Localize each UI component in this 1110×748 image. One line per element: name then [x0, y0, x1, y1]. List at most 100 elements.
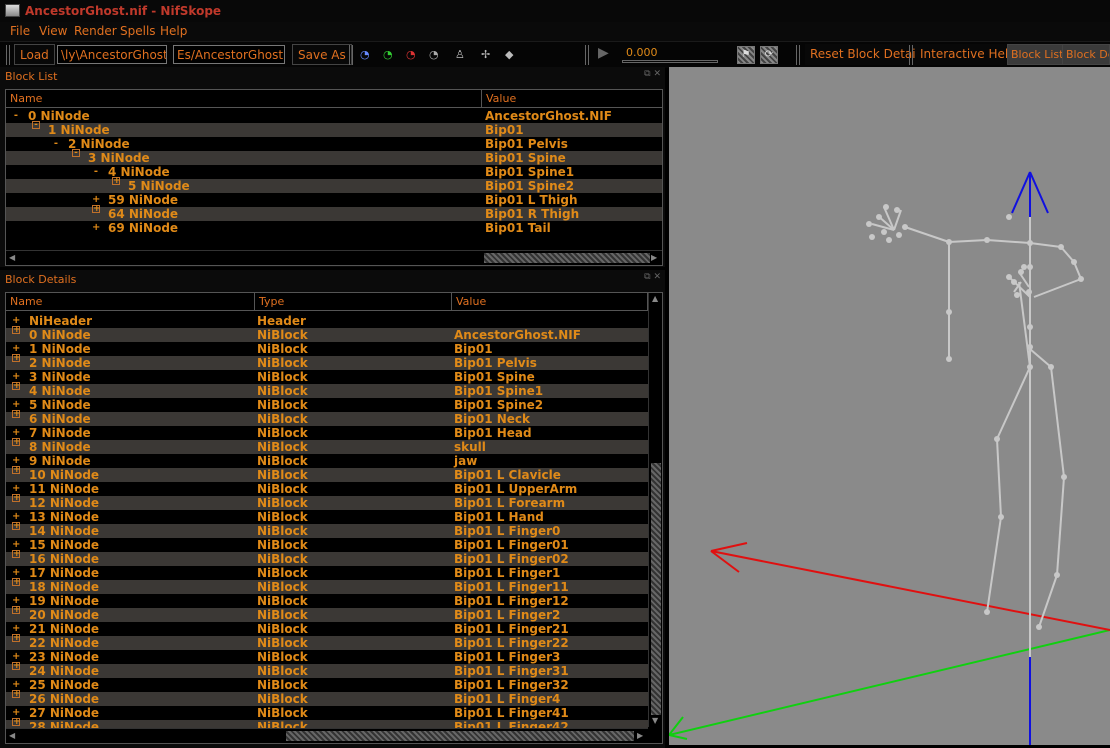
render-viewport[interactable] — [669, 67, 1110, 745]
panel-float-close-icon[interactable]: ⧉ ✕ — [644, 69, 661, 79]
save-as-button[interactable]: Save As — [292, 44, 352, 65]
block-details-row[interactable]: +9 NiNode NiBlock jaw — [6, 454, 648, 468]
toolbar-grip[interactable] — [585, 45, 589, 65]
collapse-icon[interactable]: - — [52, 137, 60, 151]
block-list-row[interactable]: +5 NiNode Bip01 Spine2 — [6, 177, 662, 193]
block-list-row[interactable]: -4 NiNode Bip01 Spine1 — [6, 165, 662, 179]
expand-icon[interactable]: + — [12, 410, 21, 419]
collapse-icon[interactable]: - — [32, 121, 40, 130]
figure-icon[interactable]: ♙ — [455, 47, 465, 63]
block-details-row[interactable]: +13 NiNode NiBlock Bip01 L Hand — [6, 510, 648, 524]
expand-icon[interactable]: + — [12, 466, 21, 475]
column-header-name[interactable]: Name — [6, 293, 255, 311]
block-list-toggle[interactable]: Block List — [1007, 44, 1068, 65]
block-details-row[interactable]: +15 NiNode NiBlock Bip01 L Finger01 — [6, 538, 648, 552]
scroll-left-icon[interactable]: ◀ — [9, 253, 15, 262]
scroll-right-icon[interactable]: ▶ — [637, 731, 643, 740]
block-details-row[interactable]: +1 NiNode NiBlock Bip01 — [6, 342, 648, 356]
expand-icon[interactable]: + — [12, 494, 21, 503]
expand-icon[interactable]: + — [12, 382, 21, 391]
expand-icon[interactable]: + — [12, 354, 21, 363]
eye-gray-icon[interactable]: ◔ — [429, 47, 439, 63]
toolbar-grip[interactable] — [349, 45, 353, 65]
vertical-scrollbar[interactable]: ▲ ▼ — [648, 293, 662, 727]
scroll-thumb[interactable] — [484, 253, 650, 263]
block-list-row[interactable]: +64 NiNode Bip01 R Thigh — [6, 205, 662, 221]
expand-icon[interactable]: + — [12, 606, 21, 615]
interactive-help-button[interactable]: Interactive Help — [915, 44, 1021, 65]
save-path-field[interactable]: Es/AncestorGhost.nif — [173, 45, 285, 64]
block-details-row[interactable]: +20 NiNode NiBlock Bip01 L Finger2 — [6, 606, 648, 622]
block-details-row[interactable]: +21 NiNode NiBlock Bip01 L Finger21 — [6, 622, 648, 636]
expand-icon[interactable]: + — [12, 326, 21, 335]
expand-icon[interactable]: + — [92, 205, 101, 214]
menu-help[interactable]: Help — [160, 24, 187, 38]
menu-view[interactable]: View — [39, 24, 67, 38]
expand-icon[interactable]: + — [112, 177, 121, 186]
block-details-row[interactable]: +7 NiNode NiBlock Bip01 Head — [6, 426, 648, 440]
block-list-row[interactable]: -0 NiNode AncestorGhost.NIF — [6, 109, 662, 123]
block-details-row[interactable]: +17 NiNode NiBlock Bip01 L Finger1 — [6, 566, 648, 580]
block-list-row[interactable]: -1 NiNode Bip01 — [6, 121, 662, 137]
menu-file[interactable]: File — [10, 24, 30, 38]
collapse-icon[interactable]: - — [92, 165, 100, 179]
collapse-icon[interactable]: - — [72, 149, 80, 158]
expand-icon[interactable]: + — [12, 578, 21, 587]
loop-icon[interactable]: ⟳ — [760, 46, 778, 64]
plane-icon[interactable]: ◆ — [505, 47, 513, 63]
block-details-row[interactable]: +16 NiNode NiBlock Bip01 L Finger02 — [6, 550, 648, 566]
scroll-up-icon[interactable]: ▲ — [652, 294, 658, 303]
column-header-value[interactable]: Value — [482, 90, 662, 108]
scroll-right-icon[interactable]: ▶ — [651, 253, 657, 262]
menu-render[interactable]: Render — [74, 24, 117, 38]
block-details-row[interactable]: +12 NiNode NiBlock Bip01 L Forearm — [6, 494, 648, 510]
block-list-row[interactable]: -2 NiNode Bip01 Pelvis — [6, 137, 662, 151]
block-details-row[interactable]: +24 NiNode NiBlock Bip01 L Finger31 — [6, 662, 648, 678]
eye-blue-icon[interactable]: ◔ — [360, 47, 370, 63]
time-slider[interactable] — [622, 60, 718, 63]
expand-icon[interactable]: + — [12, 690, 21, 699]
block-list-row[interactable]: +69 NiNode Bip01 Tail — [6, 221, 662, 235]
expand-icon[interactable]: + — [12, 438, 21, 447]
block-details-row[interactable]: +4 NiNode NiBlock Bip01 Spine1 — [6, 382, 648, 398]
block-details-row[interactable]: +22 NiNode NiBlock Bip01 L Finger22 — [6, 634, 648, 650]
expand-icon[interactable]: + — [12, 634, 21, 643]
play-icon[interactable]: ▶ — [598, 45, 609, 61]
expand-icon[interactable]: + — [12, 522, 21, 531]
column-header-value[interactable]: Value — [452, 293, 648, 311]
block-details-row[interactable]: +27 NiNode NiBlock Bip01 L Finger41 — [6, 706, 648, 720]
block-details-row[interactable]: +2 NiNode NiBlock Bip01 Pelvis — [6, 354, 648, 370]
load-path-field[interactable]: \ly\AncestorGhost.nif — [57, 45, 167, 64]
expand-icon[interactable]: + — [92, 221, 100, 235]
expand-icon[interactable]: + — [12, 662, 21, 671]
eye-green-icon[interactable]: ◔ — [383, 47, 393, 63]
collapse-icon[interactable]: - — [12, 109, 20, 123]
expand-icon[interactable]: + — [12, 718, 21, 727]
block-details-row[interactable]: +19 NiNode NiBlock Bip01 L Finger12 — [6, 594, 648, 608]
scroll-down-icon[interactable]: ▼ — [652, 716, 658, 725]
block-details-row[interactable]: +25 NiNode NiBlock Bip01 L Finger32 — [6, 678, 648, 692]
block-details-row[interactable]: +10 NiNode NiBlock Bip01 L Clavicle — [6, 466, 648, 482]
scroll-thumb[interactable] — [651, 463, 661, 715]
axes-icon[interactable]: ✢ — [481, 47, 490, 63]
column-header-name[interactable]: Name — [6, 90, 482, 108]
block-details-row[interactable]: +26 NiNode NiBlock Bip01 L Finger4 — [6, 690, 648, 706]
record-icon[interactable]: ⚑ — [737, 46, 755, 64]
column-header-type[interactable]: Type — [255, 293, 452, 311]
block-details-row[interactable]: +11 NiNode NiBlock Bip01 L UpperArm — [6, 482, 648, 496]
block-details-toggle[interactable]: Block Details — [1062, 44, 1110, 65]
load-button[interactable]: Load — [14, 44, 55, 65]
block-details-row[interactable]: +3 NiNode NiBlock Bip01 Spine — [6, 370, 648, 384]
scroll-thumb[interactable] — [286, 731, 634, 741]
eye-red-icon[interactable]: ◔ — [406, 47, 416, 63]
toolbar-grip[interactable] — [796, 45, 800, 65]
menu-spells[interactable]: Spells — [120, 24, 156, 38]
block-details-row[interactable]: +14 NiNode NiBlock Bip01 L Finger0 — [6, 522, 648, 538]
toolbar-grip[interactable] — [6, 45, 10, 65]
block-details-row[interactable]: +0 NiNode NiBlock AncestorGhost.NIF — [6, 326, 648, 342]
block-details-row[interactable]: + NiHeader Header — [6, 314, 648, 328]
block-list-row[interactable]: -3 NiNode Bip01 Spine — [6, 149, 662, 165]
block-details-row[interactable]: +18 NiNode NiBlock Bip01 L Finger11 — [6, 578, 648, 594]
block-list-row[interactable]: +59 NiNode Bip01 L Thigh — [6, 193, 662, 207]
scene-canvas[interactable] — [669, 67, 1110, 745]
